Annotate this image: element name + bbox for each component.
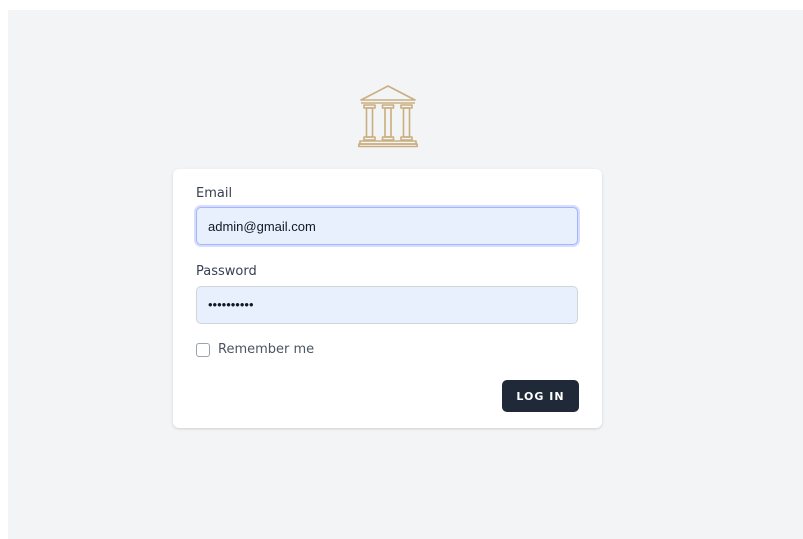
password-label: Password	[196, 264, 257, 279]
password-input[interactable]: ••••••••••	[196, 286, 578, 324]
remember-me-label[interactable]: Remember me	[218, 342, 314, 358]
bank-building-icon	[358, 85, 418, 148]
login-card: Email Password •••••••••• Remember me LO…	[173, 169, 602, 428]
page-background: Email Password •••••••••• Remember me LO…	[8, 10, 803, 539]
email-input[interactable]	[196, 207, 578, 245]
remember-me-row[interactable]: Remember me	[196, 342, 314, 358]
email-label: Email	[196, 186, 233, 201]
remember-me-checkbox[interactable]	[196, 343, 210, 357]
log-in-button[interactable]: LOG IN	[502, 380, 579, 412]
